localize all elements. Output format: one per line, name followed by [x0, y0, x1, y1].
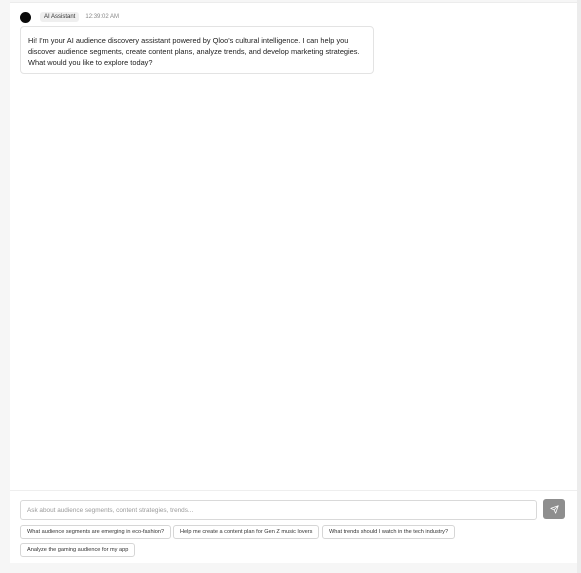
suggestion-chip[interactable]: Analyze the gaming audience for my app — [20, 543, 136, 557]
assistant-message-text: Hi! I'm your AI audience discovery assis… — [28, 36, 360, 67]
composer: What audience segments are emerging in e… — [10, 490, 577, 563]
assistant-message-bubble: Hi! I'm your AI audience discovery assis… — [20, 26, 374, 74]
send-icon — [549, 504, 559, 514]
message-timestamp: 12:39:02 AM — [85, 14, 120, 20]
chat-panel: AI Assistant 12:39:02 AM Hi! I'm your AI… — [10, 2, 577, 563]
chat-input[interactable] — [20, 500, 537, 520]
suggestion-chip[interactable]: What trends should I watch in the tech i… — [322, 525, 456, 539]
suggestion-chip[interactable]: Help me create a content plan for Gen Z … — [173, 525, 320, 539]
message-header: AI Assistant 12:39:02 AM — [20, 11, 119, 23]
send-button[interactable] — [543, 499, 565, 519]
right-scroll-rail — [577, 0, 581, 573]
assistant-avatar — [20, 11, 31, 23]
sender-badge: AI Assistant — [40, 12, 80, 22]
suggestion-chip[interactable]: What audience segments are emerging in e… — [20, 525, 172, 539]
